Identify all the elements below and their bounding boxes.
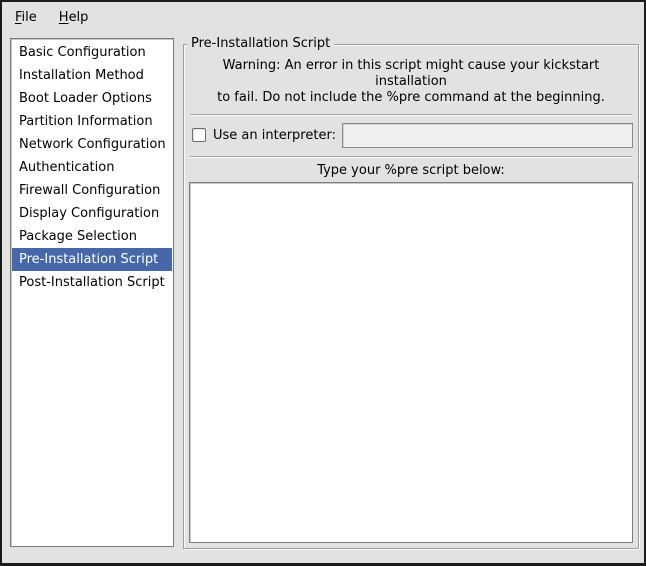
menu-help[interactable]: Help: [52, 7, 96, 28]
content-area: Pre-Installation Script Warning: An erro…: [183, 38, 639, 549]
sidebar-item-post-installation-script[interactable]: Post-Installation Script: [12, 271, 172, 294]
sidebar-item-package-selection[interactable]: Package Selection: [12, 225, 172, 248]
use-interpreter-checkbox[interactable]: [192, 128, 206, 142]
pre-script-label: Type your %pre script below:: [189, 163, 633, 178]
sidebar-item-display-configuration[interactable]: Display Configuration: [12, 202, 172, 225]
frame-title: Pre-Installation Script: [187, 36, 334, 51]
interpreter-row: Use an interpreter:: [189, 122, 633, 148]
sidebar-list: Basic ConfigurationInstallation MethodBo…: [10, 38, 174, 547]
kickstart-configurator-window: File Help Basic ConfigurationInstallatio…: [0, 0, 646, 566]
main-area: Basic ConfigurationInstallation MethodBo…: [2, 32, 644, 563]
sidebar-item-installation-method[interactable]: Installation Method: [12, 64, 172, 87]
sidebar-item-firewall-configuration[interactable]: Firewall Configuration: [12, 179, 172, 202]
separator: [190, 156, 632, 157]
menu-file[interactable]: File: [8, 7, 44, 28]
separator: [190, 114, 632, 115]
warning-text: Warning: An error in this script might c…: [189, 58, 633, 106]
sidebar-item-pre-installation-script[interactable]: Pre-Installation Script: [12, 248, 172, 271]
sidebar-item-boot-loader-options[interactable]: Boot Loader Options: [12, 87, 172, 110]
warning-line-2: to fail. Do not include the %pre command…: [189, 90, 633, 106]
sidebar-item-partition-information[interactable]: Partition Information: [12, 110, 172, 133]
sidebar-item-network-configuration[interactable]: Network Configuration: [12, 133, 172, 156]
pre-script-textarea[interactable]: [189, 182, 633, 543]
use-interpreter-label[interactable]: Use an interpreter:: [213, 128, 336, 143]
sidebar-item-authentication[interactable]: Authentication: [12, 156, 172, 179]
sidebar-item-basic-configuration[interactable]: Basic Configuration: [12, 41, 172, 64]
menubar: File Help: [2, 2, 644, 32]
pre-installation-script-panel: Pre-Installation Script Warning: An erro…: [183, 44, 639, 549]
interpreter-input[interactable]: [342, 123, 633, 148]
warning-line-1: Warning: An error in this script might c…: [189, 58, 633, 90]
